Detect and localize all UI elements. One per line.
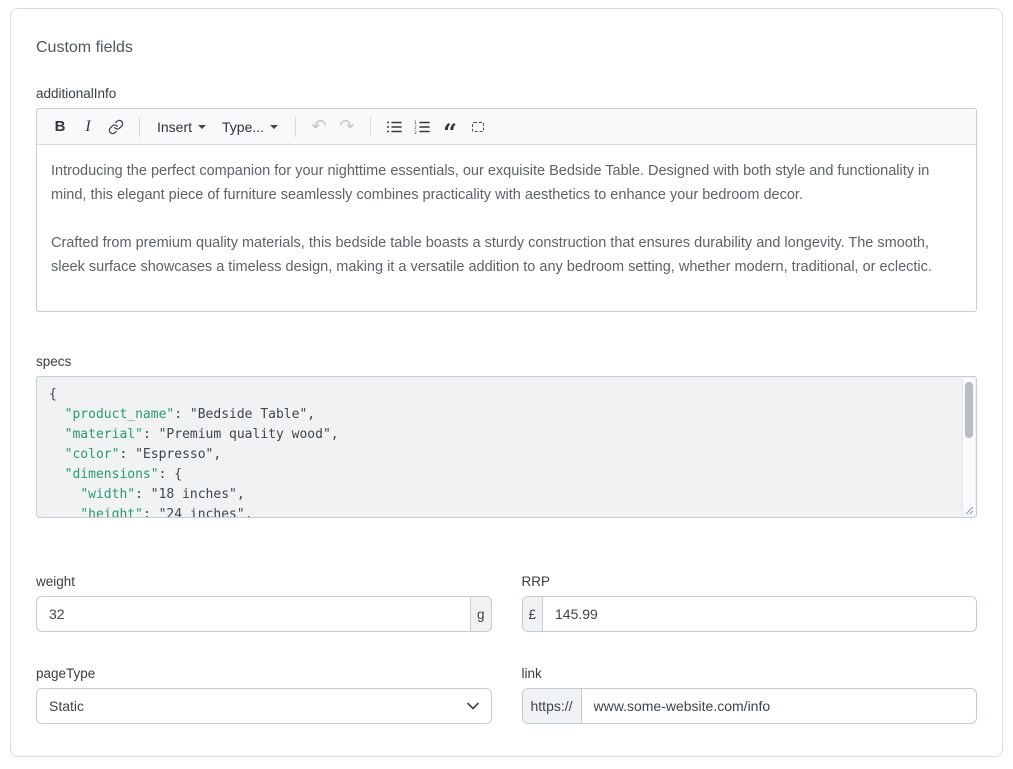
additional-info-label: additionalInfo	[36, 86, 977, 101]
page-title: Custom fields	[36, 39, 977, 57]
ordered-list-icon: 123	[414, 120, 430, 134]
resize-handle-icon[interactable]	[963, 504, 974, 515]
type-dropdown[interactable]: Type...	[215, 113, 285, 141]
insert-dropdown-label: Insert	[157, 119, 192, 135]
blockquote-icon: “	[443, 128, 457, 138]
page-type-label: pageType	[36, 666, 492, 681]
toolbar-divider	[295, 117, 296, 137]
show-blocks-button[interactable]	[465, 113, 491, 141]
italic-icon: I	[85, 118, 90, 136]
insert-dropdown[interactable]: Insert	[150, 113, 213, 141]
type-caret-icon	[270, 125, 278, 129]
specs-textarea[interactable]: { "product_name": "Bedside Table", "mate…	[36, 376, 977, 518]
weight-input[interactable]	[36, 596, 471, 632]
specs-label: specs	[36, 354, 977, 369]
toolbar-divider	[139, 117, 140, 137]
undo-icon: ↶	[312, 116, 327, 137]
weight-unit-addon: g	[470, 596, 492, 632]
rrp-input[interactable]	[542, 596, 977, 632]
rrp-input-group: £	[522, 596, 978, 632]
rrp-label: RRP	[522, 574, 978, 589]
weight-label: weight	[36, 574, 492, 589]
italic-button[interactable]: I	[75, 113, 101, 141]
bold-button[interactable]: B	[47, 113, 73, 141]
specs-code: { "product_name": "Bedside Table", "mate…	[49, 385, 954, 518]
editor-paragraph: Crafted from premium quality materials, …	[51, 231, 962, 279]
bullet-list-button[interactable]	[381, 113, 407, 141]
editor-toolbar: B I Insert Type... ↶ ↷	[37, 109, 976, 145]
rich-text-editor: B I Insert Type... ↶ ↷	[36, 108, 977, 312]
page-type-select-wrap: Static	[36, 688, 492, 724]
fields-grid: weight g RRP £ pageType Static link http…	[36, 574, 977, 724]
redo-button[interactable]: ↷	[334, 113, 360, 141]
link-input[interactable]	[581, 688, 977, 724]
link-icon	[108, 119, 124, 135]
show-blocks-icon	[472, 122, 484, 132]
editor-content[interactable]: Introducing the perfect companion for yo…	[37, 145, 976, 311]
link-button[interactable]	[103, 113, 129, 141]
field-additional-info: additionalInfo B I Insert Type... ↶	[36, 86, 977, 312]
field-weight: weight g	[36, 574, 492, 632]
insert-caret-icon	[198, 125, 206, 129]
link-input-group: https://	[522, 688, 978, 724]
field-page-type: pageType Static	[36, 666, 492, 724]
toolbar-divider	[370, 117, 371, 137]
bold-icon: B	[55, 118, 66, 135]
editor-paragraph: Introducing the perfect companion for yo…	[51, 159, 962, 207]
field-link: link https://	[522, 666, 978, 724]
weight-input-group: g	[36, 596, 492, 632]
specs-scrollbar-thumb[interactable]	[965, 382, 973, 438]
link-label: link	[522, 666, 978, 681]
field-specs: specs { "product_name": "Bedside Table",…	[36, 354, 977, 518]
type-dropdown-label: Type...	[222, 119, 264, 135]
field-rrp: RRP £	[522, 574, 978, 632]
page-type-select[interactable]: Static	[36, 688, 492, 724]
ordered-list-button[interactable]: 123	[409, 113, 435, 141]
redo-icon: ↷	[340, 116, 355, 137]
undo-button[interactable]: ↶	[306, 113, 332, 141]
rrp-currency-addon: £	[522, 596, 544, 632]
bullet-list-icon	[386, 120, 402, 134]
blockquote-button[interactable]: “	[437, 113, 463, 141]
link-protocol-addon: https://	[522, 688, 582, 724]
custom-fields-card: Custom fields additionalInfo B I Insert …	[10, 8, 1003, 757]
svg-text:3: 3	[414, 130, 417, 134]
specs-scrollbar[interactable]	[962, 378, 975, 516]
